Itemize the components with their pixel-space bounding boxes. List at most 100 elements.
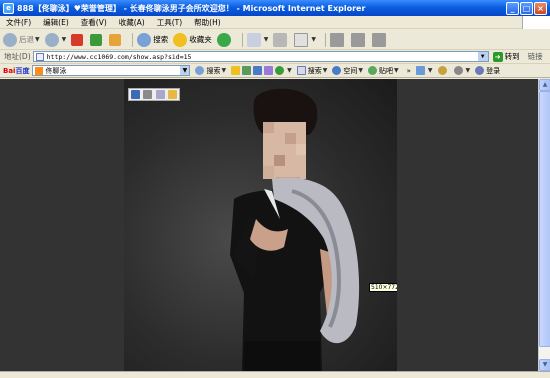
mail-button[interactable]: ▼ bbox=[246, 32, 269, 47]
research-icon bbox=[372, 32, 386, 47]
chevron-down-icon[interactable]: ▼ bbox=[287, 67, 292, 74]
open-folder-icon[interactable] bbox=[168, 90, 178, 99]
links-button[interactable]: 链接 bbox=[528, 51, 543, 62]
save-image-icon[interactable] bbox=[130, 90, 140, 99]
chevron-down-icon[interactable]: ▼ bbox=[62, 36, 67, 43]
portrait-photo[interactable]: 510×772 bbox=[124, 79, 397, 371]
baidu-logo[interactable]: Bai百度 bbox=[3, 66, 29, 76]
settings-button[interactable]: ▼ bbox=[453, 66, 471, 75]
forward-button[interactable]: ▼ bbox=[44, 32, 67, 47]
baidu-search-button[interactable]: 搜索 ▼ bbox=[195, 66, 226, 76]
menu-edit[interactable]: 编辑(E) bbox=[43, 17, 69, 28]
menu-tools[interactable]: 工具(T) bbox=[157, 17, 182, 28]
favorites-button[interactable]: 收藏夹 bbox=[173, 32, 212, 47]
refresh-icon bbox=[90, 33, 103, 46]
status-bar bbox=[0, 371, 550, 378]
minimize-button[interactable]: _ bbox=[506, 1, 519, 15]
messenger-icon bbox=[351, 32, 365, 47]
vertical-scrollbar[interactable]: ▲ ▼ bbox=[538, 79, 550, 371]
tieba-icon bbox=[367, 66, 377, 75]
chevron-down-icon[interactable]: ▼ bbox=[477, 52, 488, 61]
photo-figure bbox=[230, 88, 360, 371]
favorites-label: 收藏夹 bbox=[189, 35, 212, 44]
address-bar: 地址(D) http://www.cc1069.com/show.asp?sid… bbox=[0, 50, 550, 64]
baidu-nav-search-button[interactable]: 搜索 ▼ bbox=[296, 66, 328, 76]
go-button[interactable]: ➜ 转到 bbox=[492, 51, 520, 62]
image-size-label: 510×772 bbox=[369, 283, 397, 292]
baidu-tool-icons: ▼ bbox=[231, 66, 292, 75]
toolbar-separator bbox=[132, 32, 134, 47]
menu-file[interactable]: 文件(F) bbox=[6, 17, 31, 28]
user-icon bbox=[437, 66, 447, 75]
plus-icon bbox=[415, 66, 425, 75]
print-button[interactable] bbox=[273, 32, 289, 47]
history-button[interactable] bbox=[216, 32, 233, 47]
chevron-down-icon[interactable]: ▼ bbox=[180, 66, 190, 75]
chevron-down-icon[interactable]: ▼ bbox=[264, 36, 269, 43]
image-icon[interactable] bbox=[242, 66, 252, 75]
standard-toolbar: 后退 ▼ ▼ 搜索 收藏夹 ▼ ▼ bbox=[0, 30, 550, 50]
scroll-up-button[interactable]: ▲ bbox=[539, 79, 550, 91]
stop-button[interactable] bbox=[71, 33, 85, 46]
search-button[interactable]: 搜索 bbox=[137, 32, 168, 47]
refresh-button[interactable] bbox=[90, 33, 104, 46]
highlight-icon[interactable] bbox=[231, 66, 241, 75]
scroll-thumb[interactable] bbox=[539, 91, 550, 347]
forward-arrow-icon bbox=[44, 32, 59, 47]
scroll-down-button[interactable]: ▼ bbox=[539, 359, 550, 371]
mail-icon bbox=[246, 32, 261, 47]
address-input[interactable]: http://www.cc1069.com/show.asp?sid=15 ▼ bbox=[32, 51, 489, 62]
menu-favorites[interactable]: 收藏(A) bbox=[119, 17, 145, 28]
chevron-down-icon[interactable]: ▼ bbox=[311, 36, 316, 43]
baidu-space-button[interactable]: 空间 ▼ bbox=[332, 66, 363, 76]
baidu-search-input[interactable]: 佟聊泳 ▼ bbox=[32, 65, 191, 76]
title-bar: e 888【佟聊泳】♥荣誉管理】 - 长春佟聊泳男子会所欢迎您！ - Micro… bbox=[0, 0, 550, 16]
print-image-icon[interactable] bbox=[143, 90, 153, 99]
address-url: http://www.cc1069.com/show.asp?sid=15 bbox=[46, 52, 192, 61]
messenger-button[interactable] bbox=[351, 32, 367, 47]
edit-button[interactable]: ▼ bbox=[294, 32, 316, 47]
chevron-down-icon[interactable]: ▼ bbox=[466, 67, 471, 74]
account-icon[interactable] bbox=[437, 66, 449, 75]
printer-icon bbox=[273, 32, 288, 47]
back-button[interactable]: 后退 ▼ bbox=[3, 32, 40, 47]
home-button[interactable] bbox=[109, 33, 123, 46]
menu-view[interactable]: 查看(V) bbox=[81, 17, 107, 28]
go-arrow-icon: ➜ bbox=[492, 51, 503, 62]
baidu-tieba-label: 贴吧 bbox=[378, 66, 393, 75]
close-button[interactable]: × bbox=[534, 1, 547, 15]
address-label: 地址(D) bbox=[4, 52, 31, 61]
go-label: 转到 bbox=[504, 52, 520, 61]
baidu-toolbar: Bai百度 佟聊泳 ▼ 搜索 ▼ ▼ 搜索 ▼ 空间 ▼ 贴吧 ▼ » ▼ ▼ … bbox=[0, 64, 550, 78]
maximize-button[interactable]: □ bbox=[520, 1, 533, 15]
baidu-logo-red: Bai bbox=[3, 66, 16, 75]
login-icon bbox=[475, 66, 485, 75]
add-icon[interactable]: ▼ bbox=[415, 66, 433, 75]
chevron-down-icon[interactable]: ▼ bbox=[358, 67, 363, 74]
chevron-down-icon[interactable]: ▼ bbox=[428, 67, 433, 74]
zhidao-icon[interactable] bbox=[275, 66, 285, 75]
mp3-icon[interactable] bbox=[264, 66, 274, 75]
page-content: 510×772 bbox=[0, 79, 538, 371]
chevron-down-icon[interactable]: ▼ bbox=[323, 67, 328, 74]
research-button[interactable] bbox=[372, 32, 388, 47]
window-title: 888【佟聊泳】♥荣誉管理】 - 长春佟聊泳男子会所欢迎您！ - Microso… bbox=[17, 3, 366, 13]
chevron-down-icon[interactable]: ▼ bbox=[35, 36, 40, 43]
news-icon[interactable] bbox=[253, 66, 263, 75]
search-icon bbox=[195, 66, 205, 75]
star-icon bbox=[173, 32, 188, 47]
chevron-down-icon[interactable]: ▼ bbox=[394, 67, 399, 74]
baidu-nav-search-label: 搜索 bbox=[307, 66, 322, 75]
windows-logo-icon bbox=[522, 16, 550, 29]
baidu-query-icon bbox=[35, 66, 44, 75]
back-label: 后退 bbox=[19, 35, 34, 44]
mail-image-icon[interactable] bbox=[155, 90, 165, 99]
page-icon bbox=[35, 52, 44, 61]
baidu-logo-blue: 百度 bbox=[15, 66, 30, 75]
more-chevron-icon[interactable]: » bbox=[407, 67, 411, 75]
baidu-tieba-button[interactable]: 贴吧 ▼ bbox=[367, 66, 399, 76]
menu-help[interactable]: 帮助(H) bbox=[194, 17, 221, 28]
baidu-login-button[interactable]: 登录 bbox=[475, 66, 500, 76]
discuss-button[interactable] bbox=[330, 32, 346, 47]
chevron-down-icon[interactable]: ▼ bbox=[221, 67, 226, 74]
